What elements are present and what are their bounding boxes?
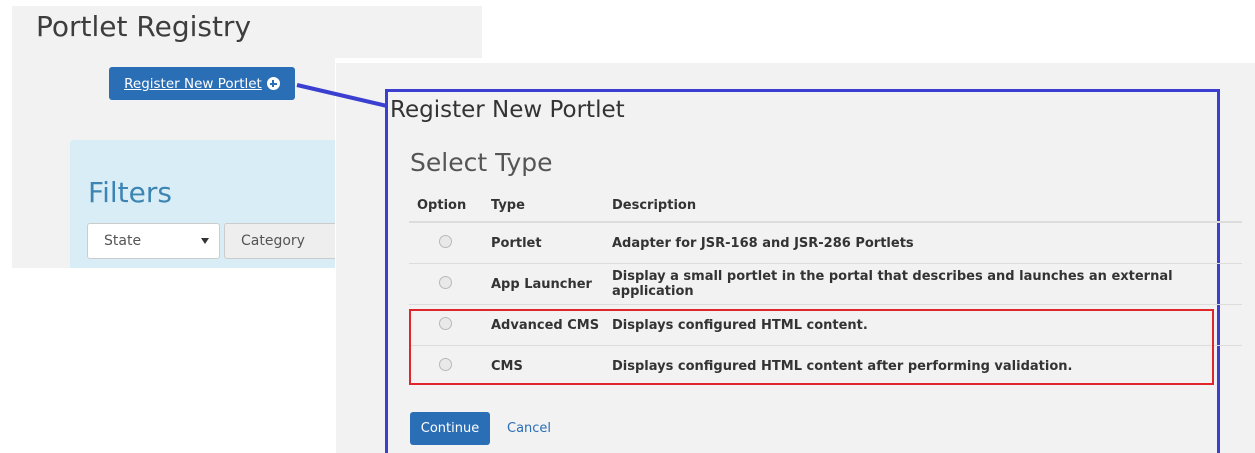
type-cell: CMS [491, 358, 523, 374]
description-cell: Adapter for JSR-168 and JSR-286 Portlets [612, 222, 1242, 264]
state-select[interactable]: State [87, 223, 220, 259]
description-cell: Displays configured HTML content. [612, 304, 1242, 346]
category-select-label: Category [241, 233, 305, 249]
state-select-label: State [104, 233, 142, 249]
description-cell: Displays configured HTML content after p… [612, 358, 1073, 374]
radio-portlet[interactable] [439, 234, 452, 248]
radio-advanced-cms[interactable] [439, 316, 452, 330]
section-title: Select Type [410, 148, 553, 177]
caret-down-icon [201, 238, 209, 244]
table-header-row: Option Type Description [409, 190, 1242, 223]
filters-title: Filters [88, 176, 172, 209]
column-header-description: Description [612, 190, 1242, 223]
option-cell [409, 222, 491, 264]
column-header-type: Type [491, 190, 612, 223]
option-cell [409, 263, 491, 305]
portlet-type-table: Option Type Description Portlet Adapter … [409, 190, 1242, 386]
table-row: App Launcher Display a small portlet in … [409, 263, 1242, 305]
plus-circle-icon [266, 77, 280, 90]
radio-cms[interactable] [439, 357, 452, 371]
table-row: Advanced CMS Displays configured HTML co… [409, 304, 1242, 346]
column-header-option: Option [409, 190, 491, 223]
table-row: CMS Displays configured HTML content aft… [409, 346, 1242, 387]
dialog-title: Register New Portlet [390, 97, 625, 123]
register-button-label: Register New Portlet [124, 75, 262, 92]
description-cell: Display a small portlet in the portal th… [612, 263, 1242, 305]
option-cell [409, 346, 491, 387]
type-cell: App Launcher [491, 263, 612, 305]
cancel-link[interactable]: Cancel [507, 421, 551, 436]
type-cell: Advanced CMS [491, 304, 612, 346]
radio-app-launcher[interactable] [439, 275, 452, 289]
category-select[interactable]: Category [224, 223, 335, 259]
register-new-portlet-button[interactable]: Register New Portlet [109, 67, 295, 100]
continue-button[interactable]: Continue [410, 412, 490, 445]
table-row: Portlet Adapter for JSR-168 and JSR-286 … [409, 222, 1242, 264]
page-title: Portlet Registry [36, 10, 252, 43]
option-cell [409, 304, 491, 346]
type-cell: Portlet [491, 222, 612, 264]
